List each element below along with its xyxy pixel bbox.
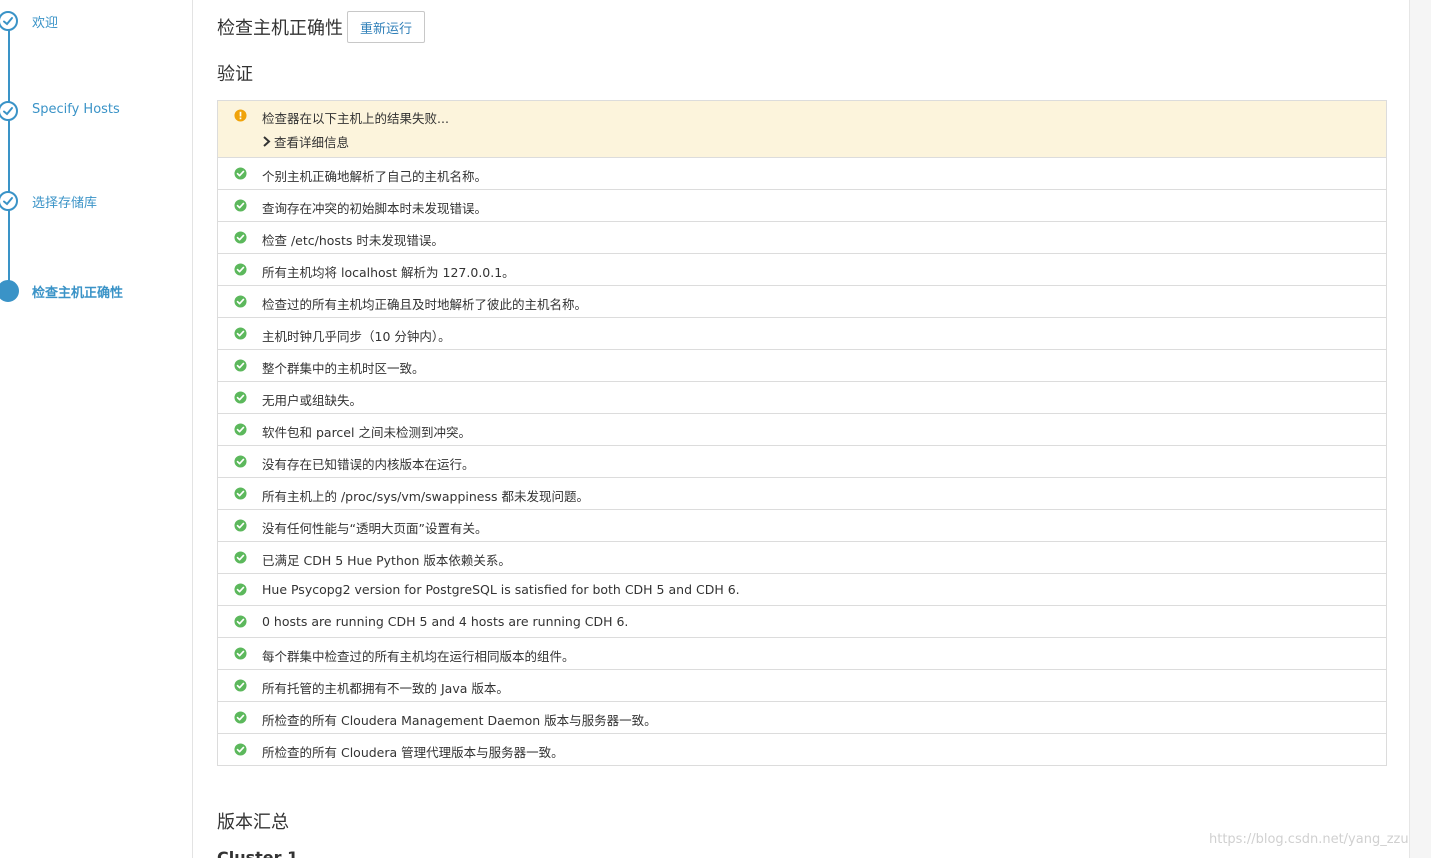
check-text: 所检查的所有 Cloudera Management Daemon 版本与服务器… [262,713,657,728]
check-text: 所有主机均将 localhost 解析为 127.0.0.1。 [262,265,515,280]
check-row: 查询存在冲突的初始脚本时未发现错误。 [218,189,1386,221]
check-row: 整个群集中的主机时区一致。 [218,349,1386,381]
check-row: 没有任何性能与“透明大页面”设置有关。 [218,509,1386,541]
page-header: 检查主机正确性 重新运行 [217,11,426,43]
wizard-sidebar: 欢迎 Specify Hosts 选择存储库 检查主机正确性 [0,0,193,858]
check-icon [0,101,18,121]
wizard-step-label: Specify Hosts [32,102,120,117]
check-row: 所检查的所有 Cloudera 管理代理版本与服务器一致。 [218,733,1386,765]
check-row: 所有主机上的 /proc/sys/vm/swappiness 都未发现问题。 [218,477,1386,509]
exclamation-circle-icon [234,109,247,122]
scrollbar[interactable] [1409,0,1431,858]
main-content: 检查主机正确性 重新运行 验证 检查器在以下主机上的结果失败... 查看详细信息… [193,0,1410,858]
check-row: 软件包和 parcel 之间未检测到冲突。 [218,413,1386,445]
check-row: 所检查的所有 Cloudera Management Daemon 版本与服务器… [218,701,1386,733]
check-circle-icon [234,455,247,468]
check-row: 所有托管的主机都拥有不一致的 Java 版本。 [218,669,1386,701]
page-title: 检查主机正确性 [217,18,343,39]
check-text: 所检查的所有 Cloudera 管理代理版本与服务器一致。 [262,745,564,760]
check-row: 检查 /etc/hosts 时未发现错误。 [218,221,1386,253]
check-row: 没有存在已知错误的内核版本在运行。 [218,445,1386,477]
view-details-label: 查看详细信息 [274,135,350,150]
check-circle-icon [234,423,247,436]
check-text: 检查过的所有主机均正确且及时地解析了彼此的主机名称。 [262,297,588,312]
check-row: 检查过的所有主机均正确且及时地解析了彼此的主机名称。 [218,285,1386,317]
check-circle-icon [234,263,247,276]
check-text: 所有主机上的 /proc/sys/vm/swappiness 都未发现问题。 [262,489,589,504]
check-circle-icon [234,167,247,180]
check-circle-icon [234,551,247,564]
warning-text: 检查器在以下主机上的结果失败... [262,111,449,126]
check-row: 所有主机均将 localhost 解析为 127.0.0.1。 [218,253,1386,285]
check-circle-icon [234,743,247,756]
check-row: Hue Psycopg2 version for PostgreSQL is s… [218,573,1386,605]
wizard-step-label: 选择存储库 [32,196,98,211]
wizard-progress-rail [8,22,10,292]
check-circle-icon [234,487,247,500]
check-row: 每个群集中检查过的所有主机均在运行相同版本的组件。 [218,637,1386,669]
check-text: 0 hosts are running CDH 5 and 4 hosts ar… [262,614,629,629]
check-circle-icon [234,391,247,404]
check-row: 主机时钟几乎同步（10 分钟内）。 [218,317,1386,349]
check-icon [0,11,18,31]
check-text: 每个群集中检查过的所有主机均在运行相同版本的组件。 [262,649,575,664]
check-row: 个别主机正确地解析了自己的主机名称。 [218,157,1386,189]
check-circle-icon [234,583,247,596]
chevron-right-icon [263,136,271,147]
warning-row: 检查器在以下主机上的结果失败... 查看详细信息 [218,101,1386,157]
check-text: 已满足 CDH 5 Hue Python 版本依赖关系。 [262,553,511,568]
check-circle-icon [234,519,247,532]
check-circle-icon [234,615,247,628]
check-circle-icon [234,359,247,372]
check-text: 整个群集中的主机时区一致。 [262,361,425,376]
check-text: 主机时钟几乎同步（10 分钟内）。 [262,329,451,344]
check-text: 无用户或组缺失。 [262,393,363,408]
check-text: 检查 /etc/hosts 时未发现错误。 [262,233,444,248]
check-circle-icon [234,295,247,308]
validation-results-list: 检查器在以下主机上的结果失败... 查看详细信息 个别主机正确地解析了自己的主机… [217,100,1387,766]
rerun-button[interactable]: 重新运行 [347,11,426,43]
check-circle-icon [234,327,247,340]
check-text: 查询存在冲突的初始脚本时未发现错误。 [262,201,488,216]
wizard-step-label: 欢迎 [32,16,59,31]
check-text: 没有任何性能与“透明大页面”设置有关。 [262,521,488,536]
check-row: 已满足 CDH 5 Hue Python 版本依赖关系。 [218,541,1386,573]
check-circle-icon [234,647,247,660]
check-circle-icon [234,711,247,724]
watermark: https://blog.csdn.net/yang_zzu [1209,832,1409,847]
check-text: 所有托管的主机都拥有不一致的 Java 版本。 [262,681,509,696]
version-summary-title: 版本汇总 [217,812,289,833]
check-text: 没有存在已知错误的内核版本在运行。 [262,457,475,472]
view-details-toggle[interactable]: 查看详细信息 [262,132,349,151]
check-circle-icon [234,231,247,244]
check-icon [0,191,18,211]
wizard-step-label: 检查主机正确性 [32,286,124,301]
active-step-marker [0,280,19,302]
cluster-heading: Cluster 1 [217,848,299,858]
check-row: 无用户或组缺失。 [218,381,1386,413]
validation-section-title: 验证 [217,64,253,85]
check-row: 0 hosts are running CDH 5 and 4 hosts ar… [218,605,1386,637]
check-circle-icon [234,199,247,212]
check-circle-icon [234,679,247,692]
check-text: 软件包和 parcel 之间未检测到冲突。 [262,425,471,440]
check-text: Hue Psycopg2 version for PostgreSQL is s… [262,582,740,597]
check-text: 个别主机正确地解析了自己的主机名称。 [262,169,488,184]
